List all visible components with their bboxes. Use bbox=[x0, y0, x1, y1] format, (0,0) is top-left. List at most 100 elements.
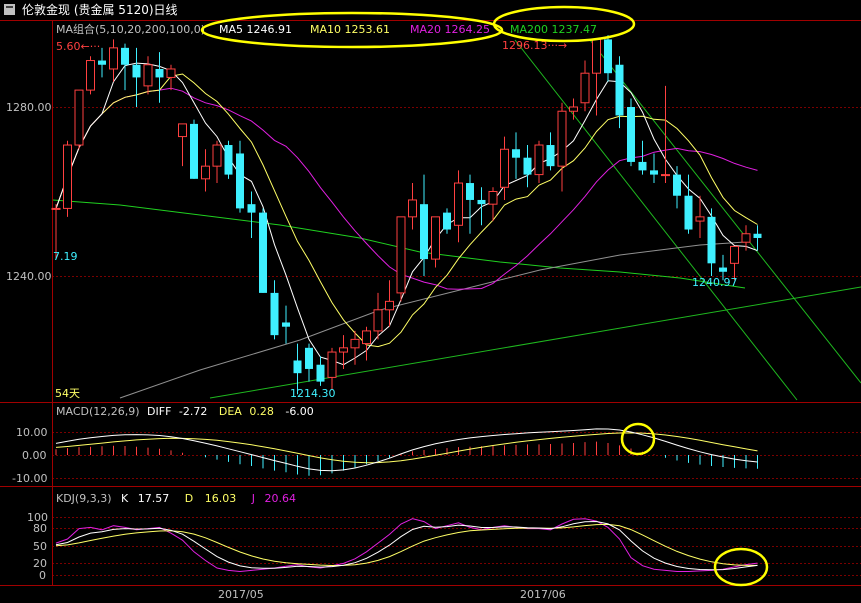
period-label: 54天 bbox=[55, 387, 80, 400]
candle-body bbox=[350, 338, 360, 349]
candle-body bbox=[98, 60, 106, 65]
candle-body bbox=[247, 204, 256, 213]
kdj-tick-50: 50 bbox=[33, 540, 47, 553]
candle-body bbox=[86, 60, 95, 91]
candle-body bbox=[454, 182, 463, 226]
candle-body bbox=[650, 170, 658, 175]
candle-body bbox=[661, 174, 670, 177]
candle-body bbox=[166, 68, 176, 78]
candle-body bbox=[534, 144, 544, 176]
candle-body bbox=[396, 216, 406, 294]
macd-panel: MACD(12,26,9) DIFF -2.72 DEA 0.28 -6.00 … bbox=[12, 405, 861, 485]
high-left-label: 5.60←··· bbox=[56, 40, 100, 53]
macd-tick-neg10: -10.00 bbox=[12, 472, 47, 485]
candle-body bbox=[546, 145, 555, 167]
candle-body bbox=[431, 216, 440, 260]
candle-body bbox=[51, 207, 61, 210]
candle-body bbox=[109, 47, 118, 70]
candle-body bbox=[420, 204, 428, 260]
kdj-d-line bbox=[55, 523, 758, 567]
candle-body bbox=[638, 161, 647, 171]
candle-body bbox=[293, 360, 302, 374]
candle-body bbox=[362, 330, 371, 345]
price-tick-1280: 1280.00 bbox=[6, 101, 52, 114]
window-title: 伦敦金现 (贵金属 5120)日线 bbox=[22, 2, 178, 17]
candle-body bbox=[488, 191, 498, 205]
candle-body bbox=[143, 64, 153, 87]
candle-body bbox=[719, 267, 727, 272]
ma10-label: MA10 1253.61 bbox=[310, 23, 390, 36]
candle-body bbox=[615, 64, 624, 116]
x-label-may: 2017/05 bbox=[218, 588, 264, 601]
kdj-tick-80: 80 bbox=[33, 522, 47, 535]
ma-legend: MA组合(5,10,20,200,100,0) MA5 1246.91 MA10… bbox=[56, 22, 597, 36]
ma-indicator-label: MA组合(5,10,20,200,100,0) bbox=[56, 22, 205, 36]
macd-legend: MACD(12,26,9) DIFF -2.72 DEA 0.28 -6.00 bbox=[56, 405, 314, 418]
candle-body bbox=[466, 183, 474, 200]
ma5-line bbox=[55, 62, 758, 366]
candle-body bbox=[592, 38, 601, 74]
macd-tick-0: 0.00 bbox=[22, 449, 47, 462]
candle-body bbox=[385, 300, 394, 311]
candle-body bbox=[339, 347, 348, 353]
uptrend-line bbox=[209, 286, 861, 399]
candle-body bbox=[201, 165, 210, 180]
candle-body bbox=[673, 174, 681, 196]
trend-lines bbox=[209, 39, 861, 401]
candle-body bbox=[523, 157, 532, 175]
candle-body bbox=[753, 233, 762, 238]
candle-body bbox=[190, 123, 198, 179]
candle-body bbox=[741, 233, 751, 243]
kdj-legend: KDJ(9,3,3) K 17.57 D 16.03 J 20.64 bbox=[56, 492, 296, 505]
ma20-label: MA20 1264.25 bbox=[410, 23, 490, 36]
ma100-line bbox=[119, 241, 746, 399]
candle-body bbox=[557, 110, 567, 167]
candle-body bbox=[627, 107, 635, 162]
candles bbox=[51, 35, 762, 395]
candle-body bbox=[707, 216, 716, 264]
price-axis: 1280.00 1240.00 bbox=[6, 101, 52, 283]
candle-body bbox=[695, 216, 705, 222]
kdj-panel: KDJ(9,3,3) K 17.57 D 16.03 J 20.64 100 8… bbox=[27, 492, 861, 582]
candle-body bbox=[512, 149, 520, 158]
low-left-label: 7.19 bbox=[53, 250, 78, 263]
downtrend-line-1 bbox=[514, 39, 798, 401]
title-bar: 伦敦金现 (贵金属 5120)日线 bbox=[4, 2, 178, 17]
candle-body bbox=[730, 245, 739, 264]
candle-body bbox=[569, 106, 578, 112]
candle-body bbox=[74, 89, 84, 146]
candle-body bbox=[282, 322, 290, 327]
highlight-kdj-cross bbox=[713, 547, 769, 587]
candle-body bbox=[305, 347, 313, 369]
candle-body bbox=[155, 68, 164, 78]
x-axis: 2017/05 2017/06 bbox=[218, 588, 566, 601]
price-annotations: 5.60←··· 1296.13···→ 7.19 1214.30 1240.9… bbox=[53, 39, 738, 400]
candle-body bbox=[236, 153, 244, 209]
low-recent-label: 1240.97 bbox=[692, 276, 738, 289]
window-icon bbox=[4, 4, 15, 15]
candle-body bbox=[63, 144, 72, 209]
macd-tick-10: 10.00 bbox=[16, 426, 48, 439]
price-tick-1240: 1240.00 bbox=[6, 270, 52, 283]
candle-body bbox=[580, 72, 590, 104]
candle-body bbox=[604, 39, 612, 74]
candle-body bbox=[259, 212, 267, 293]
low-main-label: 1214.30 bbox=[290, 387, 336, 400]
candle-body bbox=[684, 195, 693, 230]
candle-body bbox=[270, 292, 279, 336]
candle-body bbox=[500, 148, 509, 188]
candle-body bbox=[316, 364, 325, 382]
candle-body bbox=[121, 47, 129, 65]
candle-body bbox=[408, 199, 417, 218]
candle-body bbox=[224, 145, 233, 175]
ma5-label: MA5 1246.91 bbox=[219, 23, 292, 36]
kdj-tick-0: 0 bbox=[39, 569, 46, 582]
candle-body bbox=[212, 144, 222, 167]
candle-body bbox=[132, 64, 141, 78]
candle-body bbox=[327, 351, 337, 378]
candle-body bbox=[443, 212, 451, 230]
highlight-macd-cross bbox=[620, 422, 656, 456]
candle-body bbox=[477, 199, 486, 205]
downtrend-line-2 bbox=[589, 39, 861, 384]
ma200-label: MA200 1237.47 bbox=[510, 23, 597, 36]
